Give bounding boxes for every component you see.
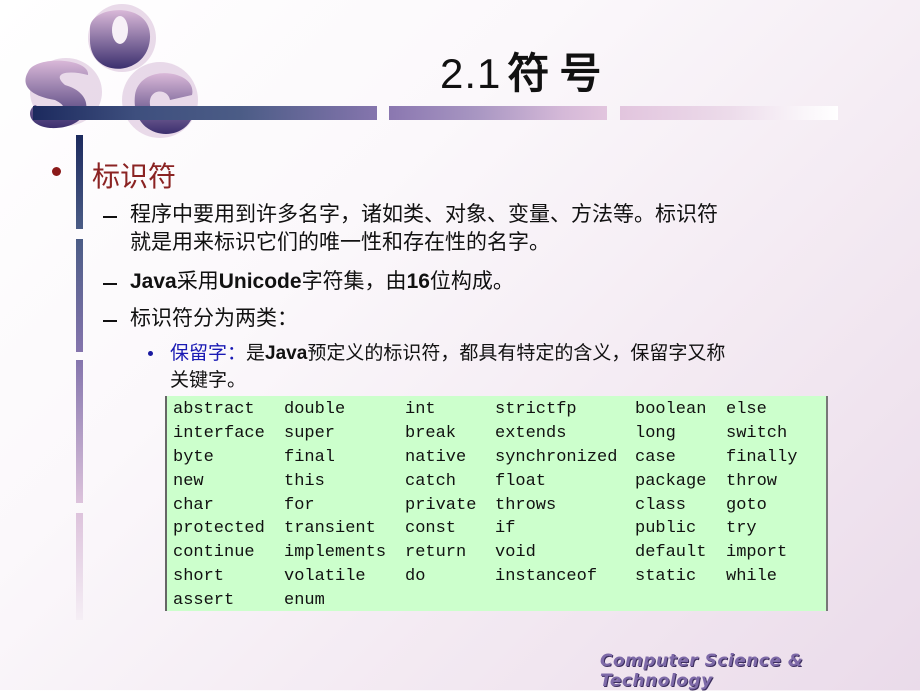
keyword-cell: assert — [173, 590, 235, 610]
table-row: assert enum — [173, 588, 822, 612]
keyword-cell: case — [635, 447, 676, 467]
table-row: interface super break extends long switch — [173, 422, 822, 446]
keyword-cell: try — [726, 519, 757, 539]
keyword-cell: import — [726, 543, 788, 563]
sub-point-line-2: 关键字。 — [170, 369, 247, 391]
keyword-cell: else — [726, 400, 767, 420]
dash-icon — [103, 283, 117, 285]
keyword-cell: protected — [173, 519, 265, 539]
side-bar-3 — [76, 360, 83, 503]
title-number: 2.1 — [440, 50, 502, 97]
sub-point-label: 保留字： — [170, 342, 247, 364]
keyword-cell: transient — [284, 519, 376, 539]
keyword-cell: new — [173, 471, 204, 491]
keyword-cell — [405, 588, 495, 612]
keyword-cell: this — [284, 471, 325, 491]
keyword-cell: for — [284, 495, 315, 515]
text-segment: 是 — [246, 342, 266, 364]
keyword-cell: instanceof — [495, 566, 598, 586]
keywords-table: abstract double int strictfp boolean else inte… — [165, 396, 828, 611]
keyword-cell: break — [405, 424, 457, 444]
keyword-cell: return — [405, 543, 467, 563]
side-bar-1 — [76, 135, 83, 229]
keyword-cell: final — [284, 447, 336, 467]
keyword-cell: float — [495, 471, 547, 491]
point-3: 标识符分为两类： — [130, 306, 298, 330]
keyword-cell: interface — [173, 424, 265, 444]
keyword-cell: volatile — [284, 566, 366, 586]
keyword-cell: synchronized — [495, 447, 618, 467]
keyword-cell: package — [635, 471, 707, 491]
title-divider-3 — [620, 106, 838, 120]
keyword-cell — [495, 588, 635, 612]
text-segment: 位构成。 — [429, 269, 514, 293]
suc-logo — [25, 4, 198, 138]
keyword-cell: class — [635, 495, 687, 515]
keyword-cell: private — [405, 495, 477, 515]
footer-department: Computer Science & Technology — [600, 651, 804, 691]
text-segment: 采用 — [176, 269, 219, 293]
keyword-cell: public — [635, 519, 697, 539]
bullet-icon — [52, 167, 61, 176]
title-divider-1 — [33, 106, 377, 120]
table-row: protected transient const if public try — [173, 517, 822, 541]
heading-identifier: 标识符 — [92, 160, 177, 193]
keyword-cell: static — [635, 566, 697, 586]
side-bar-2 — [76, 239, 83, 352]
keyword-cell — [726, 588, 822, 612]
point-2: Java采用Unicode字符集，由16位构成。 — [130, 267, 514, 296]
sub-bullet-icon — [148, 351, 153, 356]
table-row: new this catch float package throw — [173, 469, 822, 493]
title-text: 符号 — [507, 49, 612, 98]
keyword-cell: throws — [495, 495, 557, 515]
text-java: Java — [265, 343, 308, 364]
side-bar-4 — [76, 513, 83, 620]
keyword-cell: throw — [726, 471, 778, 491]
keyword-cell: boolean — [635, 400, 707, 420]
keyword-cell: strictfp — [495, 400, 577, 420]
sub-point-reserved-words: 保留字：是Java预定义的标识符，都具有特定的含义，保留字又称 关键字。 — [170, 340, 870, 394]
keyword-cell: enum — [284, 590, 325, 610]
keyword-cell: byte — [173, 447, 214, 467]
keyword-cell: long — [635, 424, 676, 444]
keyword-cell: int — [405, 400, 436, 420]
table-row: continue implements return void default impor… — [173, 541, 822, 565]
table-row: abstract double int strictfp boolean else — [173, 398, 822, 422]
point-1-line-2: 就是用来标识它们的唯一性和存在性的名字。 — [130, 230, 550, 254]
table-row: short volatile do instanceof static while — [173, 565, 822, 589]
keyword-cell: const — [405, 519, 457, 539]
keyword-cell: implements — [284, 543, 387, 563]
keyword-cell: super — [284, 424, 336, 444]
keyword-cell: finally — [726, 447, 798, 467]
keyword-cell: switch — [726, 424, 788, 444]
keyword-cell: extends — [495, 424, 567, 444]
point-1-line-1: 程序中要用到许多名字，诸如类、对象、变量、方法等。标识符 — [130, 202, 718, 226]
text-16: 16 — [406, 270, 430, 293]
table-row: byte final native synchronized case finally — [173, 446, 822, 470]
point-1: 程序中要用到许多名字，诸如类、对象、变量、方法等。标识符 就是用来标识它们的唯一… — [130, 200, 718, 256]
slide-title: 2.1 符号 — [440, 40, 611, 101]
text-segment: 字符集，由 — [301, 269, 407, 293]
keyword-cell: while — [726, 566, 778, 586]
text-segment: 预定义的标识符，都具有特定的含义，保留字又称 — [307, 342, 726, 364]
table-row: char for private throws class goto — [173, 493, 822, 517]
keyword-cell: abstract — [173, 400, 255, 420]
keyword-cell: continue — [173, 543, 255, 563]
keyword-cell: char — [173, 495, 214, 515]
keyword-cell: default — [635, 543, 707, 563]
keyword-cell: goto — [726, 495, 767, 515]
keyword-cell: short — [173, 566, 225, 586]
keyword-cell: double — [284, 400, 346, 420]
keyword-cell: do — [405, 566, 426, 586]
keyword-cell — [635, 588, 726, 612]
dash-icon — [103, 320, 117, 322]
keyword-cell: native — [405, 447, 467, 467]
text-java: Java — [130, 270, 177, 293]
text-unicode: Unicode — [218, 270, 302, 293]
keyword-cell: if — [495, 519, 516, 539]
keyword-cell: catch — [405, 471, 457, 491]
title-divider-2 — [389, 106, 607, 120]
dash-icon — [103, 216, 117, 218]
keyword-cell: void — [495, 543, 536, 563]
